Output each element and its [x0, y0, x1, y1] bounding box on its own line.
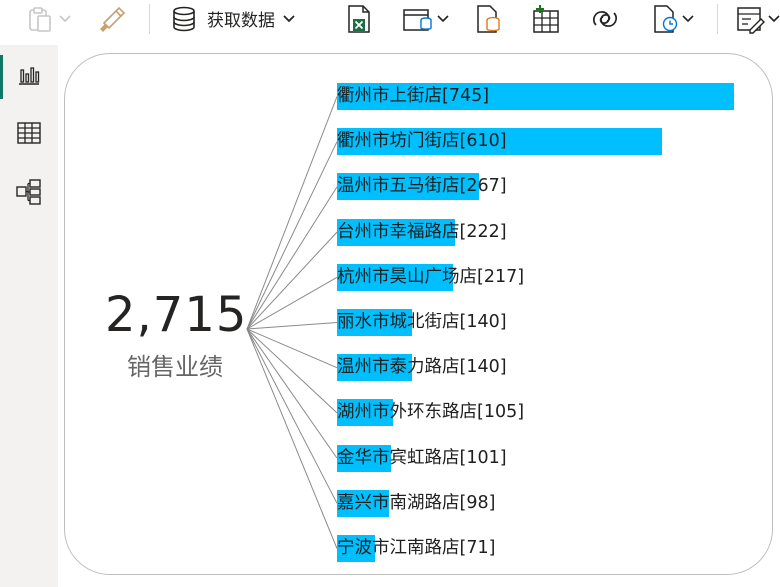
transform-data-button[interactable]: [735, 0, 780, 37]
report-canvas: 2,715 销售业绩 衢州市上街店[745] 衢州市坊门街店[610] 温州市五马街…: [58, 45, 780, 587]
chevron-down-icon: [436, 12, 450, 26]
chevron-down-icon: [58, 12, 72, 26]
model-view-icon: [15, 178, 43, 210]
recent-sources-icon: [651, 4, 679, 34]
decomposition-visual[interactable]: 2,715 销售业绩 衢州市上街店[745] 衢州市坊门街店[610] 温州市五马街…: [64, 53, 773, 575]
ribbon-toolbar: 获取数据: [0, 0, 780, 46]
bar-label: 台州市幸福路店[222]: [337, 221, 507, 242]
bar-label: 宁波市江南路店[71]: [337, 538, 496, 558]
connector-line: [246, 96, 338, 330]
connector-line: [246, 322, 338, 330]
bar-label: 金华市宾虹路店[101]: [337, 447, 507, 468]
recent-sources-button[interactable]: [651, 0, 695, 37]
connector-line: [246, 141, 338, 330]
clipboard-icon: [26, 5, 54, 33]
excel-icon: [345, 4, 373, 34]
paste-button[interactable]: [26, 0, 72, 37]
active-view-indicator: [0, 55, 3, 99]
view-rail: [0, 45, 58, 587]
dataverse-button[interactable]: [590, 0, 620, 37]
connector-line: [246, 186, 338, 330]
bar-label: 湖州市外环东路店[105]: [337, 402, 525, 423]
get-data-button[interactable]: 获取数据: [171, 0, 297, 37]
format-painter-icon: [96, 5, 126, 33]
chevron-down-icon: [281, 11, 297, 27]
enter-data-button[interactable]: [531, 0, 561, 37]
connector-line: [246, 231, 338, 330]
bar-label: 温州市泰力路店[140]: [337, 357, 507, 378]
excel-workbook-button[interactable]: [345, 0, 373, 37]
enter-data-icon: [531, 4, 561, 34]
transform-data-icon: [735, 4, 765, 34]
data-hub-button[interactable]: [402, 0, 450, 37]
chevron-down-icon: [767, 12, 780, 26]
sql-server-button[interactable]: [474, 0, 502, 37]
chevron-down-icon: [681, 12, 695, 26]
bar-label: 温州市五马街店[267]: [337, 176, 507, 197]
connector-line: [246, 276, 338, 330]
toolbar-separator: [717, 4, 718, 34]
report-view-icon: [17, 62, 41, 90]
dataverse-icon: [590, 5, 620, 33]
bar-label: 丽水市城北街店[140]: [337, 312, 507, 332]
model-view-button[interactable]: [0, 166, 58, 222]
bar-label: 嘉兴市南湖路店[98]: [337, 492, 496, 513]
connector-line: [246, 328, 338, 504]
data-hub-icon: [402, 5, 434, 33]
table-view-icon: [16, 121, 42, 149]
connector-line: [246, 328, 338, 414]
database-icon: [171, 5, 199, 33]
bar-label: 衢州市上街店[745]: [337, 86, 490, 106]
report-view-button[interactable]: [0, 48, 58, 104]
format-painter-button[interactable]: [96, 0, 126, 37]
get-data-label: 获取数据: [207, 11, 275, 31]
bar-label: 杭州市昊山广场店[217]: [337, 266, 525, 287]
toolbar-separator: [149, 4, 150, 34]
sql-server-icon: [474, 4, 502, 34]
table-view-button[interactable]: [0, 107, 58, 163]
bar-label: 衢州市坊门街店[610]: [337, 131, 507, 152]
